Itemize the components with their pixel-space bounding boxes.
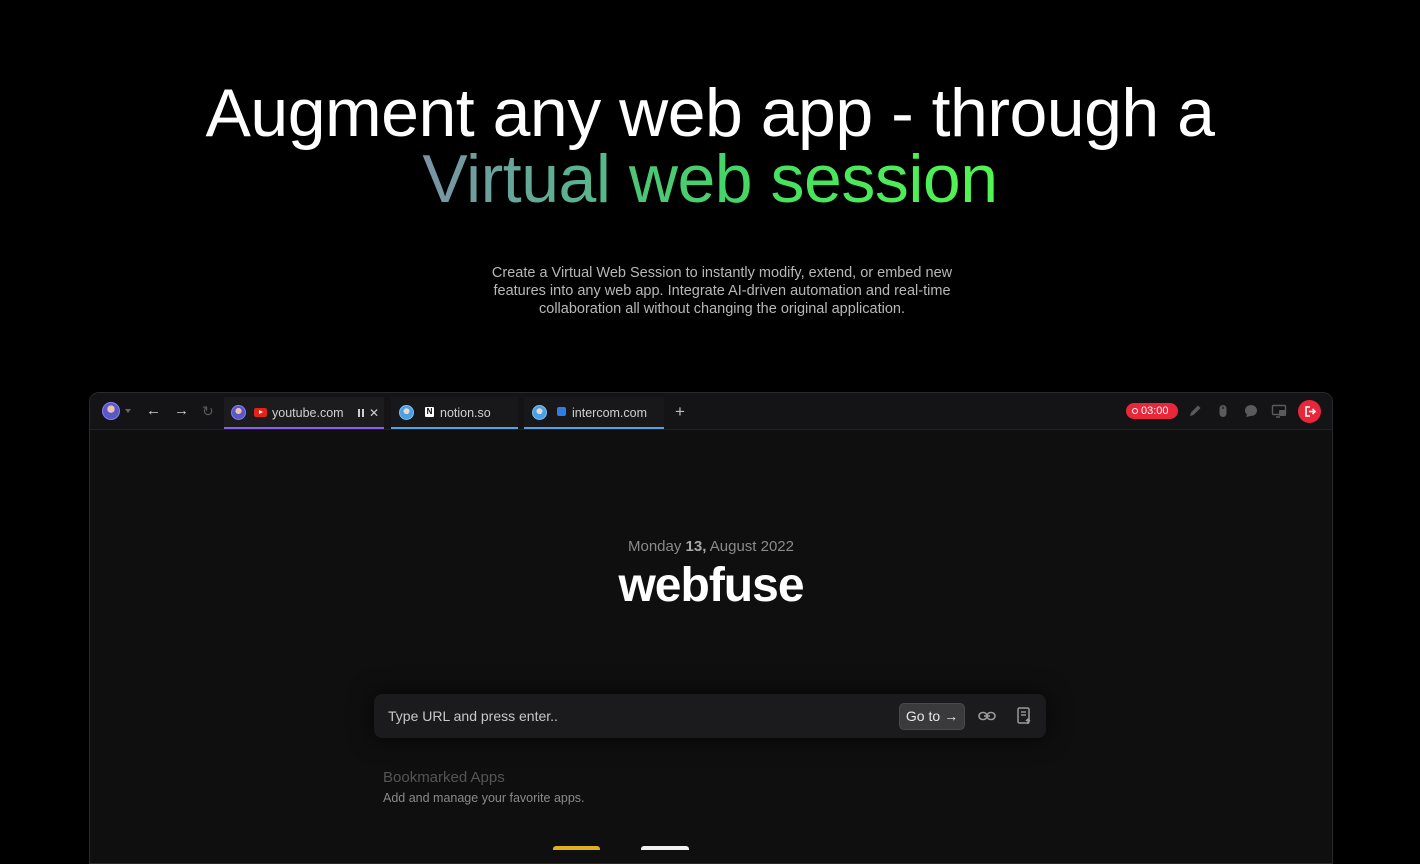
hero-word-session: session: [770, 141, 999, 217]
exit-session-button[interactable]: [1298, 400, 1321, 423]
mouse-icon[interactable]: [1215, 403, 1231, 419]
hero-word-virtual: Virtual: [422, 141, 611, 217]
tab-label: notion.so: [440, 406, 491, 420]
close-icon[interactable]: ✕: [369, 407, 379, 419]
hero-subtitle: Create a Virtual Web Session to instantl…: [460, 264, 984, 318]
bookmarks-title: Bookmarked Apps: [383, 769, 505, 786]
user-avatar[interactable]: [102, 402, 120, 420]
tab-avatar: [231, 405, 246, 420]
hero-title-line2: Virtual web session: [0, 145, 1420, 213]
tab-notion[interactable]: N notion.so: [391, 397, 518, 429]
hero-subtitle-line2: features into any web app. Integrate AI-…: [493, 283, 951, 299]
chat-icon[interactable]: [1243, 403, 1259, 419]
go-to-button[interactable]: Go to →: [899, 703, 965, 730]
bookmark-tile[interactable]: [641, 846, 689, 850]
browser-window: ← → ↻ youtube.com ✕ N notion.so intercom…: [89, 392, 1333, 864]
url-input[interactable]: [388, 706, 868, 726]
hero-subtitle-line3: collaboration all without changing the o…: [539, 301, 905, 317]
record-icon: [1132, 408, 1138, 414]
tab-intercom[interactable]: intercom.com: [524, 397, 664, 429]
url-bar: Go to →: [374, 694, 1046, 738]
notion-icon: N: [425, 407, 434, 417]
date-month-year: August 2022: [709, 538, 794, 555]
hero-word-web: web: [628, 141, 753, 217]
browser-toolbar: ← → ↻ youtube.com ✕ N notion.so intercom…: [90, 393, 1332, 430]
forward-arrow-icon[interactable]: →: [174, 403, 189, 419]
tab-avatar: [399, 405, 414, 420]
back-arrow-icon[interactable]: ←: [146, 403, 161, 419]
link-icon[interactable]: [977, 707, 997, 725]
tab-youtube[interactable]: youtube.com ✕: [224, 397, 384, 429]
bookmarks-subtitle: Add and manage your favorite apps.: [383, 791, 585, 805]
recording-badge[interactable]: 03:00: [1126, 403, 1178, 419]
hero-title: Augment any web app - through a Virtual …: [0, 75, 1420, 213]
bookmark-tile[interactable]: [553, 846, 600, 850]
pencil-icon[interactable]: [1187, 403, 1203, 419]
screen-share-icon[interactable]: [1271, 403, 1287, 419]
current-date: Monday 13, August 2022: [90, 538, 1332, 555]
exit-icon: [1305, 406, 1317, 417]
arrow-right-icon: →: [944, 708, 959, 724]
new-tab-button[interactable]: +: [675, 403, 685, 420]
go-to-label: Go to: [905, 708, 941, 724]
webfuse-logo: webfuse: [618, 559, 804, 612]
date-weekday: Monday: [628, 538, 682, 555]
reload-icon[interactable]: ↻: [202, 403, 214, 419]
hero-subtitle-line1: Create a Virtual Web Session to instantl…: [491, 265, 953, 281]
tab-avatar: [532, 405, 547, 420]
date-day: 13,: [685, 538, 707, 555]
hero-title-line1: Augment any web app - through a: [205, 75, 1215, 151]
clipboard-upload-icon[interactable]: [1015, 706, 1033, 726]
tab-label: intercom.com: [572, 406, 648, 420]
pause-icon[interactable]: [358, 409, 365, 417]
intercom-icon: [557, 407, 566, 416]
recording-time: 03:00: [1141, 405, 1169, 417]
youtube-icon: [254, 408, 267, 417]
chevron-down-icon[interactable]: [125, 409, 131, 413]
tab-label: youtube.com: [272, 406, 344, 420]
browser-content: Monday 13, August 2022 webfuse Go to →: [90, 430, 1332, 863]
